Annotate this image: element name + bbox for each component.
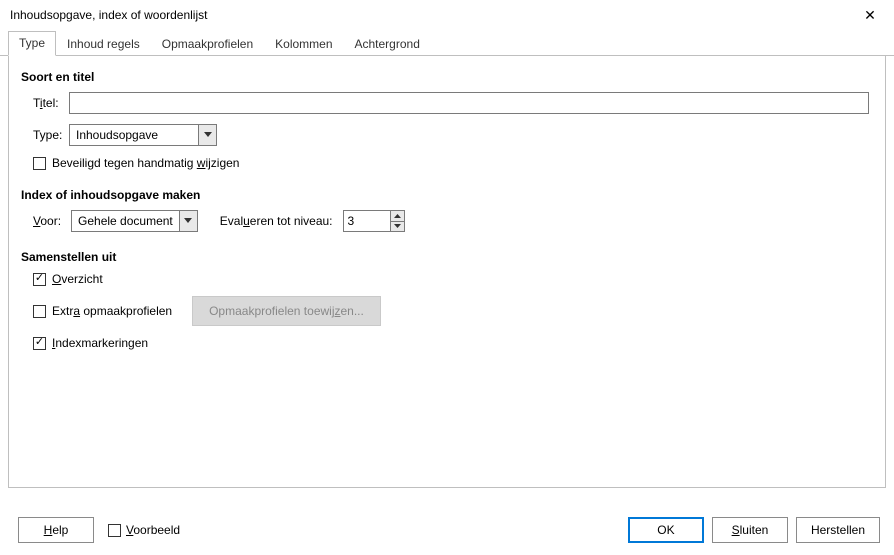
help-button[interactable]: Help (18, 517, 94, 543)
voor-label: Voor: (33, 214, 61, 228)
section-heading-soort: Soort en titel (21, 70, 873, 84)
titlebar: Inhoudsopgave, index of woordenlijst ✕ (0, 0, 894, 30)
dialog-button-bar: Help Voorbeeld OK Sluiten Herstellen (0, 507, 894, 555)
tab-opmaakprofielen[interactable]: Opmaakprofielen (151, 32, 264, 56)
protect-label: Beveiligd tegen handmatig wijzigen (52, 156, 239, 170)
evalueren-spinner[interactable] (343, 210, 405, 232)
indexmarkeringen-label: Indexmarkeringen (52, 336, 148, 350)
tab-type[interactable]: Type (8, 31, 56, 56)
tab-inhoud-regels[interactable]: Inhoud regels (56, 32, 151, 56)
voor-combobox[interactable]: Gehele document (71, 210, 198, 232)
section-heading-index: Index of inhoudsopgave maken (21, 188, 873, 202)
protect-checkbox[interactable] (33, 157, 46, 170)
chevron-down-icon (179, 211, 197, 231)
type-combobox-value: Inhoudsopgave (70, 125, 198, 145)
titel-input[interactable] (69, 92, 869, 114)
chevron-down-icon (198, 125, 216, 145)
evalueren-input[interactable] (344, 211, 390, 231)
opmaakprofielen-toewijzen-button: Opmaakprofielen toewijzen... (192, 296, 381, 326)
window-title: Inhoudsopgave, index of woordenlijst (10, 8, 207, 22)
overzicht-checkbox[interactable] (33, 273, 46, 286)
indexmarkeringen-checkbox[interactable] (33, 337, 46, 350)
voor-combobox-value: Gehele document (72, 211, 179, 231)
type-label: Type: (21, 128, 69, 142)
voorbeeld-checkbox[interactable] (108, 524, 121, 537)
tab-achtergrond[interactable]: Achtergrond (344, 32, 431, 56)
spinner-down-icon[interactable] (391, 222, 404, 232)
tab-panel-type: Soort en titel Titel: Type: Inhoudsopgav… (8, 56, 886, 488)
herstellen-button[interactable]: Herstellen (796, 517, 880, 543)
tab-bar: Type Inhoud regels Opmaakprofielen Kolom… (0, 30, 894, 56)
extra-opmaakprofielen-label: Extra opmaakprofielen (52, 304, 172, 318)
extra-opmaakprofielen-checkbox[interactable] (33, 305, 46, 318)
close-button[interactable]: ✕ (854, 4, 886, 26)
tab-kolommen[interactable]: Kolommen (264, 32, 343, 56)
ok-button[interactable]: OK (628, 517, 704, 543)
section-heading-samenstellen: Samenstellen uit (21, 250, 873, 264)
sluiten-button[interactable]: Sluiten (712, 517, 788, 543)
evalueren-label: Evalueren tot niveau: (220, 214, 333, 228)
overzicht-label: Overzicht (52, 272, 103, 286)
voorbeeld-label: Voorbeeld (126, 523, 180, 537)
type-combobox[interactable]: Inhoudsopgave (69, 124, 217, 146)
titel-label: Titel: (21, 96, 69, 110)
spinner-up-icon[interactable] (391, 211, 404, 222)
